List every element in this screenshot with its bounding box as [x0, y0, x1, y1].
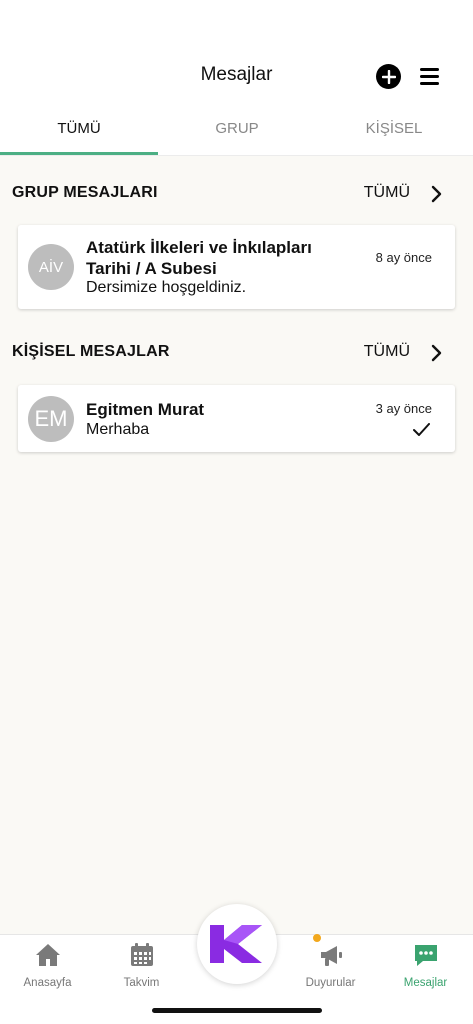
chevron-right-icon[interactable] — [426, 343, 446, 363]
personal-see-all-link[interactable]: TÜMÜ — [364, 343, 410, 361]
nav-calendar[interactable]: Takvim — [94, 935, 189, 995]
nav-label: Anasayfa — [23, 977, 72, 989]
brand-logo-icon — [210, 925, 262, 963]
group-message-item[interactable]: AİV Atatürk İlkeleri ve İnkılapları Tari… — [18, 225, 455, 309]
megaphone-icon — [321, 946, 342, 966]
group-see-all-link[interactable]: TÜMÜ — [364, 184, 410, 202]
notification-badge — [313, 934, 321, 942]
plus-icon — [381, 69, 396, 84]
group-name-line2: Tarihi / A Subesi — [86, 259, 217, 278]
avatar: AİV — [28, 244, 74, 290]
read-check-icon — [413, 423, 430, 436]
personal-message-item[interactable]: EM Egitmen Murat Merhaba 3 ay önce — [18, 385, 455, 452]
new-message-button[interactable] — [376, 64, 401, 89]
message-tabs: TÜMÜ GRUP KİŞİSEL — [0, 108, 473, 156]
menu-button[interactable] — [418, 66, 442, 86]
message-preview: Merhaba — [86, 421, 150, 438]
chat-icon — [415, 945, 437, 966]
sender-name: Egitmen Murat — [86, 400, 205, 419]
home-indicator — [152, 1008, 322, 1013]
nav-messages[interactable]: Mesajlar — [378, 935, 473, 995]
group-messages-header: GRUP MESAJLARI TÜMÜ — [12, 184, 448, 208]
nav-label: Takvim — [123, 977, 160, 989]
calendar-icon — [131, 943, 153, 966]
avatar: EM — [28, 396, 74, 442]
nav-label: Mesajlar — [403, 977, 448, 989]
app-header: Mesajlar — [0, 0, 473, 108]
page-title: Mesajlar — [200, 64, 273, 85]
message-preview: Dersimize hoşgeldiniz. — [86, 279, 247, 296]
tab-group[interactable]: GRUP — [158, 108, 316, 156]
section-title: GRUP MESAJLARI — [12, 184, 158, 201]
group-name-line1: Atatürk İlkeleri ve İnkılapları — [86, 238, 312, 257]
nav-home[interactable]: Anasayfa — [0, 935, 95, 995]
nav-label: Duyurular — [305, 977, 356, 989]
section-title: KİŞİSEL MESAJLAR — [12, 343, 170, 360]
message-time: 8 ay önce — [375, 250, 432, 265]
divider — [0, 155, 473, 156]
message-time: 3 ay önce — [375, 401, 432, 416]
nav-announcements[interactable]: Duyurular — [283, 935, 378, 995]
home-icon — [36, 944, 60, 966]
tab-all[interactable]: TÜMÜ — [0, 108, 158, 156]
center-logo-button[interactable] — [197, 904, 277, 984]
personal-messages-header: KİŞİSEL MESAJLAR TÜMÜ — [12, 343, 448, 367]
tab-personal[interactable]: KİŞİSEL — [315, 108, 473, 156]
chevron-right-icon[interactable] — [426, 184, 446, 204]
menu-icon — [420, 68, 439, 71]
